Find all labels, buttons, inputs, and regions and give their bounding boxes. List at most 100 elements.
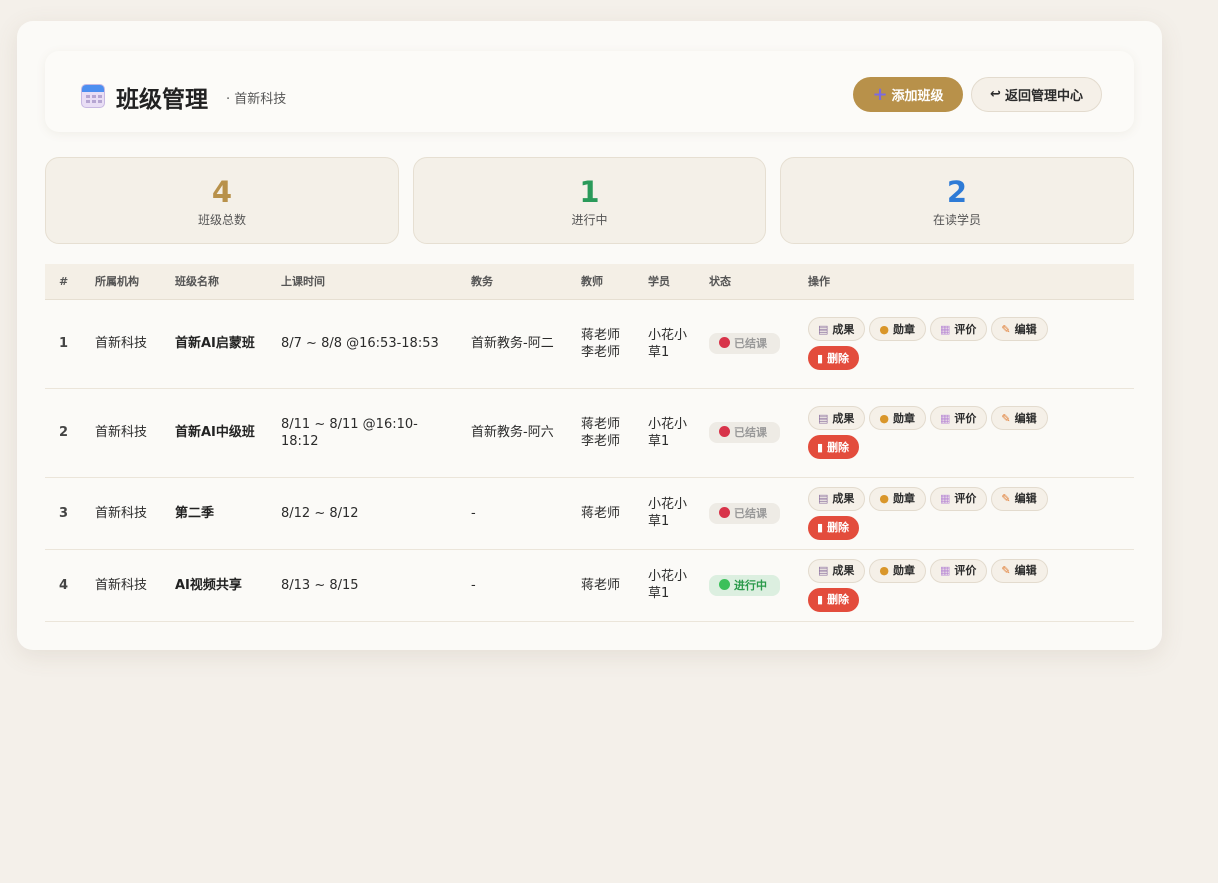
edit-button[interactable]: ✎ 编辑 — [991, 558, 1048, 583]
class-table: # 所属机构 班级名称 上课时间 教务 教师 学员 状态 操作 1 首新科技 首… — [45, 264, 1134, 622]
pencil-icon: ✎ — [1001, 492, 1011, 505]
row-time: 8/13 ~ 8/15 — [267, 549, 457, 622]
row-students: 小花小草1 — [634, 388, 695, 478]
result-button[interactable]: ▤ 成果 — [808, 317, 866, 341]
result-button[interactable]: ▤ 成果 — [808, 406, 866, 430]
calendar-icon — [81, 84, 105, 108]
row-index: 2 — [45, 388, 81, 478]
row-status: 进行中 — [695, 549, 794, 622]
row-time: 8/12 ~ 8/12 — [267, 477, 457, 550]
add-class-label: 添加班级 — [891, 89, 944, 104]
stat-label: 进行中 — [571, 213, 608, 227]
col-header: 班级名称 — [161, 264, 267, 300]
table-row: 3 首新科技 第二季 8/12 ~ 8/12 - 蒋老师 小花小草1 已结课 ▤… — [45, 477, 1134, 550]
table-row: 1 首新科技 首新AI启蒙班 8/7 ~ 8/8 @16:53-18:53 首新… — [45, 299, 1134, 389]
delete-button[interactable]: ▮ 删除 — [808, 515, 860, 540]
memo-icon: ▦ — [940, 411, 951, 425]
stat-total-classes: 4 班级总数 — [45, 157, 399, 244]
row-class-name: AI视频共享 — [161, 549, 267, 622]
row-time: 8/7 ~ 8/8 @16:53-18:53 — [267, 299, 457, 389]
trash-icon: ▮ — [817, 440, 824, 454]
medal-icon: ● — [879, 322, 890, 336]
row-students: 小花小草1 — [634, 299, 695, 389]
plus-icon: + — [872, 83, 888, 105]
row-index: 1 — [45, 299, 81, 389]
trash-icon: ▮ — [817, 521, 824, 534]
row-status: 已结课 — [695, 477, 794, 550]
stat-value: 2 — [946, 175, 968, 209]
row-class-name: 第二季 — [161, 477, 267, 550]
medal-button[interactable]: ● 勋章 — [869, 558, 927, 583]
memo-icon: ▦ — [940, 564, 951, 577]
result-button[interactable]: ▤ 成果 — [808, 558, 866, 583]
stat-value: 1 — [579, 175, 600, 209]
clipboard-icon: ▤ — [818, 564, 829, 577]
status-badge: 已结课 — [709, 333, 780, 354]
medal-button[interactable]: ● 勋章 — [869, 406, 927, 430]
row-time: 8/11 ~ 8/11 @16:10-18:12 — [267, 388, 457, 478]
row-class-name: 首新AI启蒙班 — [161, 299, 267, 389]
row-status: 已结课 — [695, 299, 794, 389]
evaluate-button[interactable]: ▦ 评价 — [930, 558, 988, 583]
row-status: 已结课 — [695, 388, 794, 478]
main-card: 班级管理 · 首新科技 + 添加班级 ↩ 返回管理中心 4 班级总数 1 进行中… — [17, 21, 1162, 650]
col-header: 状态 — [695, 264, 794, 300]
row-org: 首新科技 — [81, 549, 161, 622]
trash-icon: ▮ — [817, 593, 824, 606]
row-teacher: 蒋老师 李老师 — [567, 388, 634, 478]
stat-label: 在读学员 — [932, 213, 981, 227]
row-actions: ▤ 成果 ● 勋章 ▦ 评价 ✎ 编辑 ▮ 删除 — [794, 388, 1134, 478]
delete-button[interactable]: ▮ 删除 — [808, 587, 860, 612]
medal-button[interactable]: ● 勋章 — [869, 317, 927, 341]
pencil-icon: ✎ — [1001, 564, 1011, 577]
col-header: # — [45, 264, 81, 300]
evaluate-button[interactable]: ▦ 评价 — [930, 486, 988, 511]
add-class-button[interactable]: + 添加班级 — [853, 77, 963, 112]
status-dot-icon — [719, 337, 730, 348]
edit-button[interactable]: ✎ 编辑 — [991, 317, 1048, 341]
edit-button[interactable]: ✎ 编辑 — [991, 406, 1048, 430]
status-dot-icon — [719, 506, 730, 518]
col-header: 操作 — [794, 264, 1134, 300]
medal-button[interactable]: ● 勋章 — [869, 486, 927, 511]
row-students: 小花小草1 — [634, 477, 695, 550]
row-actions: ▤ 成果 ● 勋章 ▦ 评价 ✎ 编辑 ▮ 删除 — [794, 299, 1134, 389]
stat-enrolled-students: 2 在读学员 — [780, 157, 1134, 244]
stat-value: 4 — [211, 175, 233, 209]
row-admin: 首新教务-阿二 — [457, 299, 567, 389]
row-teacher: 蒋老师 李老师 — [567, 299, 634, 389]
table-row: 4 首新科技 AI视频共享 8/13 ~ 8/15 - 蒋老师 小花小草1 进行… — [45, 549, 1134, 622]
row-actions: ▤ 成果 ● 勋章 ▦ 评价 ✎ 编辑 ▮ 删除 — [794, 477, 1134, 550]
row-admin: - — [457, 549, 567, 622]
row-org: 首新科技 — [81, 299, 161, 389]
org-subtitle: · 首新科技 — [226, 92, 287, 107]
clipboard-icon: ▤ — [818, 411, 829, 425]
back-to-admin-button[interactable]: ↩ 返回管理中心 — [971, 77, 1102, 112]
medal-icon: ● — [879, 564, 890, 577]
table-header: # 所属机构 班级名称 上课时间 教务 教师 学员 状态 操作 — [45, 264, 1134, 300]
row-class-name: 首新AI中级班 — [161, 388, 267, 478]
delete-button[interactable]: ▮ 删除 — [808, 346, 860, 370]
row-index: 4 — [45, 549, 81, 622]
evaluate-button[interactable]: ▦ 评价 — [930, 317, 988, 341]
row-admin: - — [457, 477, 567, 550]
stat-in-progress: 1 进行中 — [413, 157, 766, 244]
clipboard-icon: ▤ — [818, 492, 829, 505]
status-badge: 已结课 — [709, 502, 780, 524]
row-admin: 首新教务-阿六 — [457, 388, 567, 478]
medal-icon: ● — [879, 492, 890, 505]
row-teacher: 蒋老师 — [567, 549, 634, 622]
delete-button[interactable]: ▮ 删除 — [808, 435, 860, 459]
edit-button[interactable]: ✎ 编辑 — [991, 486, 1048, 511]
evaluate-button[interactable]: ▦ 评价 — [930, 406, 988, 430]
row-org: 首新科技 — [81, 477, 161, 550]
result-button[interactable]: ▤ 成果 — [808, 486, 866, 511]
page-title: 班级管理 — [116, 86, 208, 113]
medal-icon: ● — [879, 411, 890, 425]
status-badge: 已结课 — [709, 422, 780, 443]
col-header: 教务 — [457, 264, 567, 300]
pencil-icon: ✎ — [1001, 411, 1011, 425]
col-header: 学员 — [634, 264, 695, 300]
row-org: 首新科技 — [81, 388, 161, 478]
col-header: 教师 — [567, 264, 634, 300]
